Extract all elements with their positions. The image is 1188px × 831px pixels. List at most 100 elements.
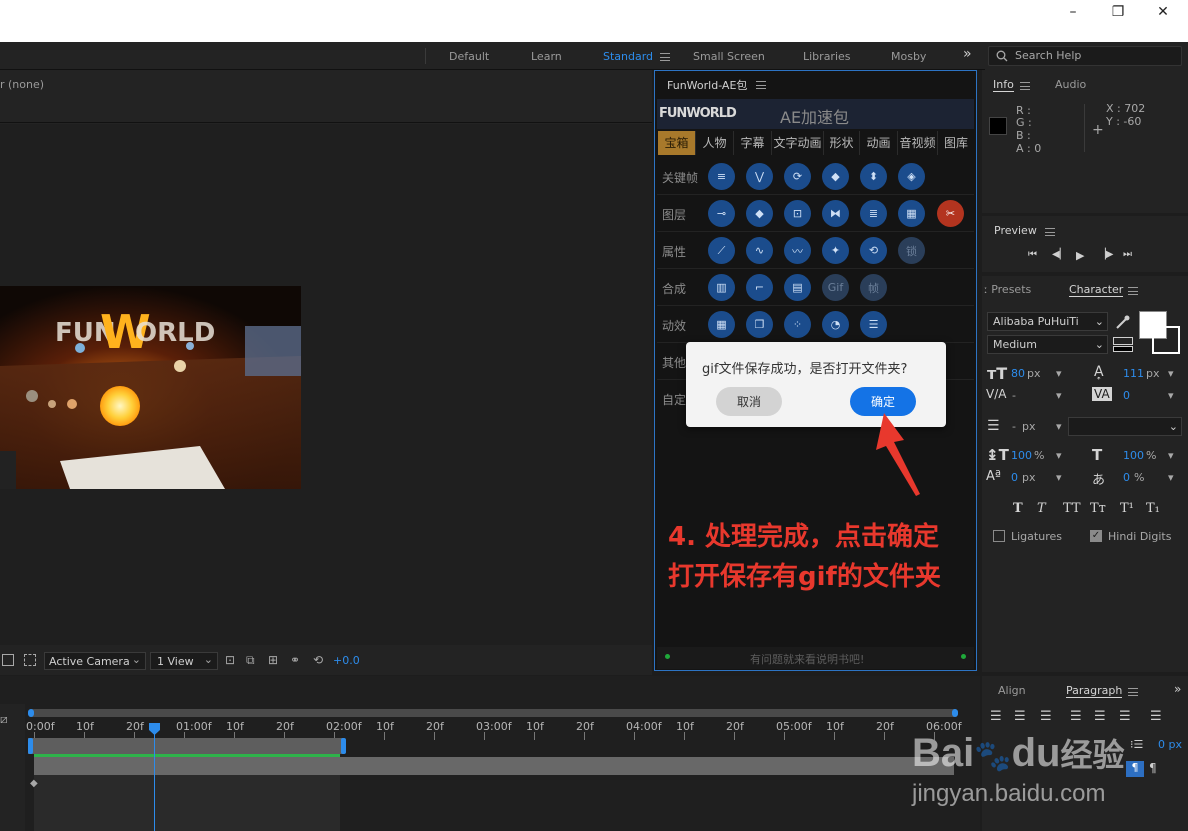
search-help-input[interactable]: Search Help [988,46,1182,66]
align-center-icon[interactable]: ☰ [1014,709,1026,724]
comp-steps-icon[interactable]: ⌐ [746,274,773,301]
tracking-value[interactable]: 0 [1123,389,1130,402]
property-wave-icon[interactable]: ∿ [746,237,773,264]
first-frame-icon[interactable]: ⏮ [1028,249,1037,260]
superscript-icon[interactable]: T¹ [1120,501,1134,516]
horizontal-scale-value[interactable]: 100 [1123,449,1144,462]
justify-all-icon[interactable]: ☰ [1150,709,1162,724]
playhead-line[interactable] [154,724,155,831]
effects-pie-icon[interactable]: ◔ [822,311,849,338]
justify-center-icon[interactable]: ☰ [1094,709,1106,724]
chevron-down-icon[interactable]: ▾ [1056,389,1062,402]
property-loop-icon[interactable]: ⟲ [860,237,887,264]
effects-grid-icon[interactable]: ▦ [708,311,735,338]
next-frame-icon[interactable]: ▕▶ [1098,249,1113,260]
navigator-start-handle[interactable] [28,709,34,717]
more-workspaces-icon[interactable]: » [963,46,972,62]
property-lock-icon[interactable]: 锁 [898,237,925,264]
character-menu-icon[interactable] [1128,287,1138,295]
eyedropper-icon[interactable] [1115,314,1131,330]
tab-presets[interactable]: ː Presets [984,283,1031,296]
plugin-tab-shape[interactable]: 形状 [824,131,860,155]
tab-audio[interactable]: Audio [1055,78,1086,91]
hindi-digits-checkbox[interactable]: ✓ [1090,530,1102,542]
layer-scissors-icon[interactable]: ✂ [937,200,964,227]
keyframe-diamond-icon[interactable]: ◆ [822,163,849,190]
space-after-value[interactable]: 0 px [1158,738,1182,751]
chevron-down-icon[interactable]: ▾ [1056,420,1062,433]
keyframe-eraser-icon[interactable]: ◈ [898,163,925,190]
effects-list-icon[interactable]: ☰ [860,311,887,338]
navigator-end-handle[interactable] [952,709,958,717]
justify-right-icon[interactable]: ☰ [1119,709,1131,724]
property-wiggle-icon[interactable]: 〰 [784,237,811,264]
workspace-learn[interactable]: Learn [531,50,562,63]
preview-menu-icon[interactable] [1045,228,1055,236]
flowchart-icon[interactable]: ⚭ [290,653,300,667]
comp-flowchart-icon[interactable]: ⧄ [0,712,8,727]
region-of-interest-icon[interactable] [2,654,14,666]
tab-info[interactable]: Info [993,78,1014,92]
no-color-swatch[interactable] [1113,337,1133,345]
layer-stairs-icon[interactable]: ≣ [860,200,887,227]
black-color-swatch[interactable] [1113,346,1133,352]
chevron-down-icon[interactable]: ▾ [1168,367,1174,380]
chevron-down-icon[interactable]: ▾ [1168,389,1174,402]
chevron-down-icon[interactable]: ▾ [1168,471,1174,484]
comp-gif-button[interactable]: Gif [822,274,849,301]
workspace-small-screen[interactable]: Small Screen [693,50,765,63]
keyframe-cycle-icon[interactable]: ⟳ [784,163,811,190]
font-size-value[interactable]: 80 [1011,367,1025,380]
font-style-select[interactable]: Medium ⌄ [987,335,1108,354]
tab-character[interactable]: Character [1069,283,1124,297]
timeline-navigator[interactable] [28,709,958,717]
vertical-scale-value[interactable]: 100 [1011,449,1032,462]
layer-duration-bar[interactable] [34,757,954,775]
paragraph-menu-icon[interactable] [1128,688,1138,696]
tab-paragraph[interactable]: Paragraph [1066,684,1123,698]
small-caps-icon[interactable]: Tт [1090,501,1106,516]
more-panels-icon[interactable]: » [1174,682,1181,696]
close-button[interactable]: ✕ [1140,0,1186,24]
plugin-help-link[interactable]: 有问题就来看说明书吧! [750,651,864,667]
align-left-icon[interactable]: ☰ [990,709,1002,724]
comp-frame-button[interactable]: 帧 [860,274,887,301]
stroke-width-value[interactable]: - [1012,420,1016,433]
cancel-button[interactable]: 取消 [716,387,782,416]
ltr-direction-icon[interactable]: ¶ [1126,761,1144,777]
info-menu-icon[interactable] [1020,82,1030,90]
workspace-default[interactable]: Default [449,50,489,63]
minimize-button[interactable]: – [1050,0,1096,24]
layer-fill-icon[interactable]: ◆ [746,200,773,227]
faux-italic-icon[interactable]: T [1037,501,1046,516]
keyframe-stack-icon[interactable]: ≡ [708,163,735,190]
all-caps-icon[interactable]: TT [1063,501,1081,516]
camera-select[interactable]: Active Camera ⌄ [44,652,146,670]
workspace-libraries[interactable]: Libraries [803,50,851,63]
comp-film-icon[interactable]: ▥ [708,274,735,301]
comp-filmstrip-icon[interactable]: ▤ [784,274,811,301]
chevron-down-icon[interactable]: ▾ [1168,449,1174,462]
chevron-down-icon[interactable]: ▾ [1056,449,1062,462]
playhead-handle[interactable] [148,722,161,736]
tab-align[interactable]: Align [998,684,1026,697]
effects-layers-icon[interactable]: ❐ [746,311,773,338]
view-layout-select[interactable]: 1 View ⌄ [150,652,218,670]
leading-value[interactable]: 111 [1123,367,1144,380]
property-pulse-icon[interactable]: ✦ [822,237,849,264]
plugin-tab-character[interactable]: 人物 [696,131,734,155]
keyframe-icon[interactable]: ◆ [30,778,38,789]
align-right-icon[interactable]: ☰ [1040,709,1052,724]
layer-mirror-icon[interactable]: ⧓ [822,200,849,227]
keyframe-ease-icon[interactable]: ⋁ [746,163,773,190]
reset-exposure-icon[interactable]: ⟲ [313,653,323,667]
kerning-value[interactable]: - [1012,389,1016,402]
work-area-start-handle[interactable] [28,738,33,754]
pixel-aspect-icon[interactable]: ⊡ [225,653,235,667]
plugin-tab-treasure[interactable]: 宝箱 [658,131,696,155]
plugin-tab-gallery[interactable]: 图库 [938,131,974,155]
fast-preview-icon[interactable]: ⧉ [246,653,255,668]
work-area-end-handle[interactable] [341,738,346,754]
work-area-bar[interactable] [28,738,344,754]
property-link-icon[interactable]: ⟋ [708,237,735,264]
